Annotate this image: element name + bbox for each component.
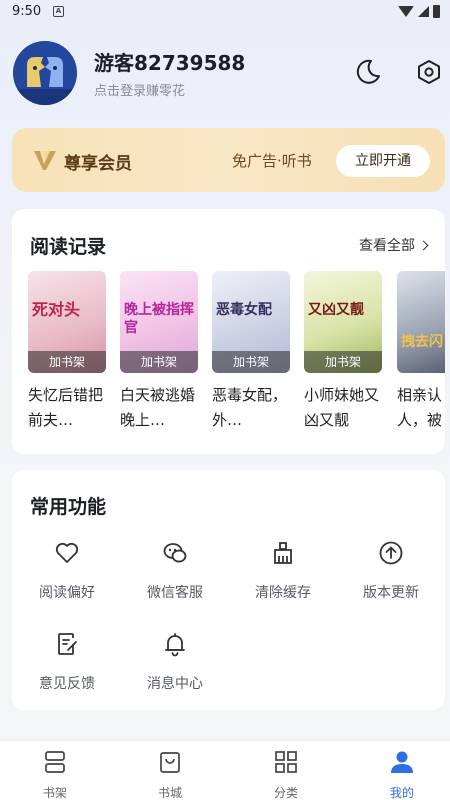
book-title: 白天被逃婚晚上… xyxy=(120,386,196,429)
book-cover[interactable]: 死对头 加书架 xyxy=(28,271,106,373)
add-to-shelf-button[interactable]: 加书架 xyxy=(120,351,198,373)
cover-text: 恶毒女配 xyxy=(216,302,272,318)
book-cover[interactable]: 又凶又靓 加书架 xyxy=(304,271,382,373)
cover-text: 死对头 xyxy=(32,300,81,319)
settings-icon xyxy=(418,60,440,84)
func-label: 阅读偏好 xyxy=(39,585,95,601)
nav-label: 我的 xyxy=(389,786,414,800)
avatar[interactable] xyxy=(13,41,77,105)
clear-cache-button[interactable]: 清除缓存 xyxy=(238,540,328,602)
add-to-shelf-button[interactable]: 加书架 xyxy=(28,351,106,373)
add-to-shelf-button[interactable]: 加书架 xyxy=(212,351,290,373)
nav-label: 书架 xyxy=(42,786,67,800)
book-item[interactable]: 又凶又靓 加书架 小师妹她又凶又靓 xyxy=(304,271,384,433)
vip-banner[interactable]: 尊享会员 免广告·听书 立即开通 xyxy=(12,128,445,192)
heart-icon xyxy=(55,542,79,563)
book-item[interactable]: 恶毒女配 加书架 恶毒女配，外… xyxy=(212,271,292,433)
status-time: 9:50 xyxy=(12,4,42,19)
upload-icon xyxy=(379,541,403,565)
nav-profile[interactable]: 我的 xyxy=(372,749,432,800)
book-title: 恶毒女配，外… xyxy=(212,386,288,429)
wechat-service-button[interactable]: 微信客服 xyxy=(130,540,220,602)
username[interactable]: 游客82739588 xyxy=(94,47,245,76)
common-functions-title: 常用功能 xyxy=(30,496,107,518)
battery-icon xyxy=(433,4,440,18)
bell-icon xyxy=(165,633,185,657)
reading-preference-button[interactable]: 阅读偏好 xyxy=(22,540,112,602)
book-item[interactable]: 死对头 加书架 失忆后错把前夫… xyxy=(28,271,108,433)
nav-bookshelf[interactable]: 书架 xyxy=(25,749,85,800)
avatar-illustration-icon xyxy=(13,41,77,105)
book-item[interactable]: 拽去闪 相亲认人，被 xyxy=(397,271,445,433)
view-all-label: 查看全部 xyxy=(359,238,415,254)
nav-label: 书城 xyxy=(157,786,182,800)
add-to-shelf-button[interactable]: 加书架 xyxy=(304,351,382,373)
status-indicators xyxy=(398,4,440,18)
cover-text: 拽去闪 xyxy=(401,334,443,350)
bottom-nav: 书架 书城 分类 我的 xyxy=(0,740,450,800)
view-all-link[interactable]: 查看全部 xyxy=(359,235,429,255)
vip-title: 尊享会员 xyxy=(64,154,132,174)
book-cover[interactable]: 晚上被指挥官 加书架 xyxy=(120,271,198,373)
vip-benefits: 免广告·听书 xyxy=(232,152,312,170)
cover-text: 晚上被指挥官 xyxy=(124,302,194,336)
book-cover[interactable]: 拽去闪 xyxy=(397,271,445,373)
vip-logo-icon xyxy=(34,151,56,170)
category-icon xyxy=(275,751,297,773)
broom-icon xyxy=(274,542,292,564)
settings-button[interactable] xyxy=(415,58,443,86)
func-label: 清除缓存 xyxy=(255,585,311,601)
reading-history-card: 阅读记录 查看全部 死对头 加书架 失忆后错把前夫… 晚上被指挥官 加书架 白天… xyxy=(12,209,445,454)
feedback-icon xyxy=(58,633,77,655)
store-icon xyxy=(160,752,180,773)
vip-open-button[interactable]: 立即开通 xyxy=(336,145,430,177)
reading-history-title: 阅读记录 xyxy=(30,236,107,258)
message-center-button[interactable]: 消息中心 xyxy=(130,631,220,693)
wechat-icon xyxy=(163,543,187,563)
night-mode-button[interactable] xyxy=(354,58,382,86)
common-functions-card: 常用功能 阅读偏好 微信客服 清除缓存 版本更新 意见反馈 消息中心 xyxy=(12,470,445,710)
bookshelf-icon xyxy=(45,751,65,773)
profile-icon xyxy=(391,751,413,773)
chevron-right-icon xyxy=(418,240,429,250)
wifi-icon xyxy=(398,5,414,17)
feedback-button[interactable]: 意见反馈 xyxy=(22,631,112,693)
func-label: 意见反馈 xyxy=(39,676,95,692)
func-label: 微信客服 xyxy=(147,585,203,601)
cover-text: 又凶又靓 xyxy=(308,302,364,318)
func-label: 版本更新 xyxy=(363,585,419,601)
book-title: 小师妹她又凶又靓 xyxy=(304,386,380,429)
nav-store[interactable]: 书城 xyxy=(140,749,200,800)
signal-icon xyxy=(418,5,429,17)
login-hint[interactable]: 点击登录赚零花 xyxy=(94,80,185,99)
notification-icon: A xyxy=(53,6,64,17)
version-update-button[interactable]: 版本更新 xyxy=(346,540,436,602)
status-bar: 9:50 A xyxy=(0,0,450,24)
func-label: 消息中心 xyxy=(147,676,203,692)
night-mode-icon xyxy=(356,59,380,84)
nav-label: 分类 xyxy=(273,786,298,800)
book-item[interactable]: 晚上被指挥官 加书架 白天被逃婚晚上… xyxy=(120,271,200,433)
book-title: 相亲认人，被 xyxy=(397,386,443,429)
book-cover[interactable]: 恶毒女配 加书架 xyxy=(212,271,290,373)
book-title: 失忆后错把前夫… xyxy=(28,386,104,429)
nav-category[interactable]: 分类 xyxy=(256,749,316,800)
